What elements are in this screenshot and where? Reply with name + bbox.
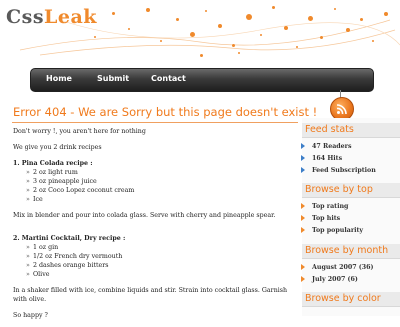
sidebar-item-top-hits[interactable]: Top hits <box>301 215 340 222</box>
sidebar-item-hits[interactable]: 164 Hits <box>301 155 342 162</box>
recipe2-heading: 2. Martini Cocktail, Dry recipe : <box>13 235 126 242</box>
site-logo[interactable]: CssLeak <box>6 6 97 28</box>
recipe2-instructions: In a shaker filled with ice, combine liq… <box>13 287 288 303</box>
intro-text: Don't worry !, you aren't here for nothi… <box>13 128 146 135</box>
title-divider <box>12 122 298 123</box>
sidebar-item-august-2007[interactable]: August 2007 (36) <box>301 264 374 271</box>
sidebar-item-top-popularity[interactable]: Top popularity <box>301 227 363 234</box>
sidebar-item-readers[interactable]: 47 Readers <box>301 143 352 150</box>
list-item: 2 oz Coco Lopez coconut cream <box>26 186 299 195</box>
sidebar-item-top-rating[interactable]: Top rating <box>301 203 348 210</box>
main-nav: Home Submit Contact <box>30 68 374 92</box>
list-item: Ice <box>26 195 299 204</box>
nav-submit[interactable]: Submit <box>97 74 129 83</box>
list-item: 1 oz gin <box>26 243 299 252</box>
arrow-icon <box>301 215 305 221</box>
give-text: We give you 2 drink recipes <box>13 144 102 151</box>
logo-part1: Css <box>6 6 45 28</box>
recipe2-ingredients: 1 oz gin 1/2 oz French dry vermouth 2 da… <box>13 243 299 279</box>
feed-stats-heading: Feed stats <box>302 123 400 138</box>
list-item: 2 dashes orange bitters <box>26 261 299 270</box>
nav-home[interactable]: Home <box>46 74 72 83</box>
browse-color-heading: Browse by color <box>302 292 400 307</box>
list-item: 3 oz pineapple juice <box>26 177 299 186</box>
arrow-icon <box>301 264 305 270</box>
rss-icon <box>336 104 347 115</box>
logo-part2: Leak <box>44 6 97 28</box>
nav-contact[interactable]: Contact <box>151 74 186 83</box>
arrow-icon <box>301 167 305 173</box>
recipe1-instructions: Mix in blender and pour into colada glas… <box>13 212 276 219</box>
arrow-icon <box>301 155 305 161</box>
arrow-icon <box>301 227 305 233</box>
list-item: 1/2 oz French dry vermouth <box>26 252 299 261</box>
sidebar-item-july-2007[interactable]: July 2007 (6) <box>301 276 358 283</box>
list-item: Olive <box>26 270 299 279</box>
arrow-icon <box>301 203 305 209</box>
browse-month-heading: Browse by month <box>302 244 400 259</box>
sidebar-item-feed-subscription[interactable]: Feed Subscription <box>301 167 376 174</box>
list-item: 2 oz light rum <box>26 168 299 177</box>
browse-top-heading: Browse by top <box>302 183 400 198</box>
arrow-icon <box>301 276 305 282</box>
main-content: Don't worry !, you aren't here for nothi… <box>13 127 299 327</box>
recipe1-ingredients: 2 oz light rum 3 oz pineapple juice 2 oz… <box>13 168 299 204</box>
arrow-icon <box>301 143 305 149</box>
page-title: Error 404 - We are Sorry but this page d… <box>13 105 318 119</box>
recipe1-heading: 1. Pina Colada recipe : <box>13 160 93 167</box>
header: CssLeak <box>0 0 400 64</box>
